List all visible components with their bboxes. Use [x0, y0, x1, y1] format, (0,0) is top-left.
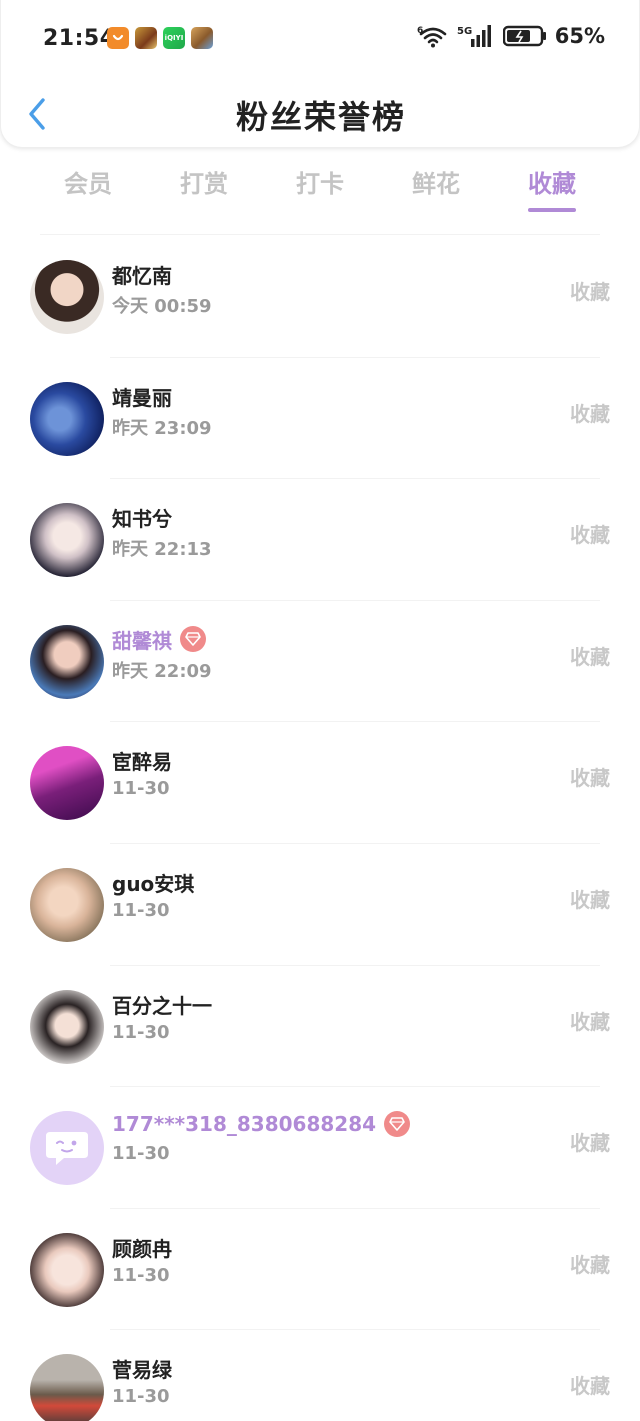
- list-item[interactable]: 177***318_8380688284 11-30 收藏: [0, 1087, 640, 1209]
- avatar[interactable]: [30, 867, 104, 942]
- tab-membership[interactable]: 会员: [30, 160, 146, 212]
- timestamp: 11-30: [112, 1386, 170, 1408]
- list-item[interactable]: 顾颜冉 11-30 收藏: [0, 1209, 640, 1331]
- list-item[interactable]: 知书兮 昨天 22:13 收藏: [0, 479, 640, 601]
- user-name: 都忆南: [112, 264, 172, 288]
- user-name: 宦醉易: [112, 750, 172, 775]
- fan-list: 都忆南 今天 00:59 收藏 靖曼丽 昨天 23:09 收藏 知书兮 昨天 2…: [0, 236, 640, 1421]
- user-name: 顾颜冉: [112, 1236, 172, 1261]
- avatar[interactable]: [30, 1232, 104, 1307]
- avatar[interactable]: [30, 503, 104, 578]
- tab-tips[interactable]: 打赏: [146, 160, 262, 212]
- taobao-app-icon: [107, 27, 129, 49]
- name-line: 宦醉易: [112, 746, 172, 775]
- timestamp: 昨天 22:13: [112, 539, 212, 561]
- user-name: guo安琪: [112, 871, 195, 896]
- name-line: guo安琪: [112, 868, 194, 897]
- name-line: 都忆南: [112, 260, 172, 289]
- avatar[interactable]: [30, 260, 104, 334]
- action-label: 收藏: [570, 766, 610, 791]
- list-item[interactable]: 靖曼丽 昨天 23:09 收藏: [0, 358, 640, 480]
- signal-label: 5G: [457, 26, 472, 37]
- name-line: 177***318_8380688284: [112, 1111, 411, 1138]
- battery-percent: 65%: [554, 24, 605, 48]
- iqiyi-app-icon: iQIYI: [163, 27, 185, 49]
- divider: [40, 234, 600, 235]
- user-name: 靖曼丽: [112, 385, 172, 410]
- avatar[interactable]: [30, 1111, 104, 1186]
- action-label: 收藏: [570, 523, 610, 548]
- tab-checkin[interactable]: 打卡: [262, 160, 378, 212]
- timestamp: 昨天 23:09: [112, 417, 212, 439]
- avatar[interactable]: [30, 989, 104, 1064]
- avatar[interactable]: [30, 381, 104, 456]
- action-label: 收藏: [570, 887, 610, 912]
- tab-label: 打卡: [296, 170, 344, 198]
- action-label: 收藏: [570, 1252, 610, 1277]
- list-item[interactable]: 菅易绿 11-30 收藏: [0, 1330, 640, 1421]
- list-item[interactable]: guo安琪 11-30 收藏: [0, 844, 640, 966]
- name-line: 菅易绿: [112, 1354, 172, 1383]
- vip-diamond-icon: [384, 1111, 411, 1138]
- game-app-icon-2: [191, 27, 213, 49]
- tab-label: 鲜花: [412, 170, 460, 198]
- action-label: 收藏: [570, 280, 610, 304]
- tab-active-indicator: [528, 208, 576, 212]
- name-line: 顾颜冉: [112, 1233, 172, 1262]
- tab-label: 会员: [64, 170, 112, 198]
- default-avatar-chat-icon: [46, 1132, 88, 1166]
- timestamp: 11-30: [112, 778, 170, 800]
- signal-icon: 5G: [457, 25, 491, 47]
- battery-icon: [502, 25, 546, 47]
- timestamp: 昨天 22:09: [112, 660, 212, 682]
- status-right: 6 5G 65%: [417, 24, 605, 48]
- timestamp: 今天 00:59: [112, 296, 212, 317]
- action-label: 收藏: [570, 401, 610, 426]
- user-name: 百分之十一: [112, 993, 212, 1018]
- action-label: 收藏: [570, 1131, 610, 1156]
- name-line: 甜馨祺: [112, 625, 206, 654]
- name-line: 百分之十一: [112, 990, 212, 1019]
- action-label: 收藏: [570, 644, 610, 669]
- tab-label: 收藏: [528, 170, 576, 198]
- user-name: 菅易绿: [112, 1358, 172, 1383]
- action-label: 收藏: [570, 1374, 610, 1399]
- vip-diamond-icon: [180, 626, 206, 653]
- timestamp: 11-30: [112, 1021, 170, 1043]
- avatar[interactable]: [30, 746, 104, 821]
- avatar[interactable]: [30, 1354, 104, 1421]
- tab-flowers[interactable]: 鲜花: [378, 160, 494, 212]
- name-line: 知书兮: [112, 503, 172, 532]
- user-name: 甜馨祺: [112, 628, 172, 653]
- status-time: 21:54: [43, 26, 116, 51]
- timestamp: 11-30: [112, 1143, 170, 1165]
- timestamp: 11-30: [112, 899, 170, 921]
- page-title: 粉丝荣誉榜: [235, 98, 406, 136]
- action-label: 收藏: [570, 1009, 610, 1034]
- list-item[interactable]: 都忆南 今天 00:59 收藏: [0, 236, 640, 358]
- list-item[interactable]: 宦醉易 11-30 收藏: [0, 722, 640, 844]
- game-app-icon: [135, 27, 157, 49]
- nav-bar: 粉丝荣誉榜: [1, 80, 640, 148]
- status-bar: 21:54 iQIYI 6 5G 65%: [1, 0, 640, 80]
- name-line: 靖曼丽: [112, 382, 172, 411]
- notification-icons: iQIYI: [107, 27, 213, 49]
- timestamp: 11-30: [112, 1264, 170, 1286]
- header-card: 21:54 iQIYI 6 5G 65% 粉丝荣誉榜: [0, 0, 640, 148]
- tab-label: 打赏: [180, 170, 228, 198]
- avatar[interactable]: [30, 624, 104, 699]
- tab-favorites[interactable]: 收藏: [494, 160, 610, 212]
- user-name: 知书兮: [112, 507, 172, 532]
- wifi-icon: 6: [417, 26, 447, 48]
- list-item[interactable]: 甜馨祺 昨天 22:09 收藏: [0, 601, 640, 723]
- list-item[interactable]: 百分之十一 11-30 收藏: [0, 966, 640, 1088]
- tab-bar: 会员 打赏 打卡 鲜花 收藏: [30, 160, 610, 212]
- user-name: 177***318_8380688284: [112, 1112, 377, 1137]
